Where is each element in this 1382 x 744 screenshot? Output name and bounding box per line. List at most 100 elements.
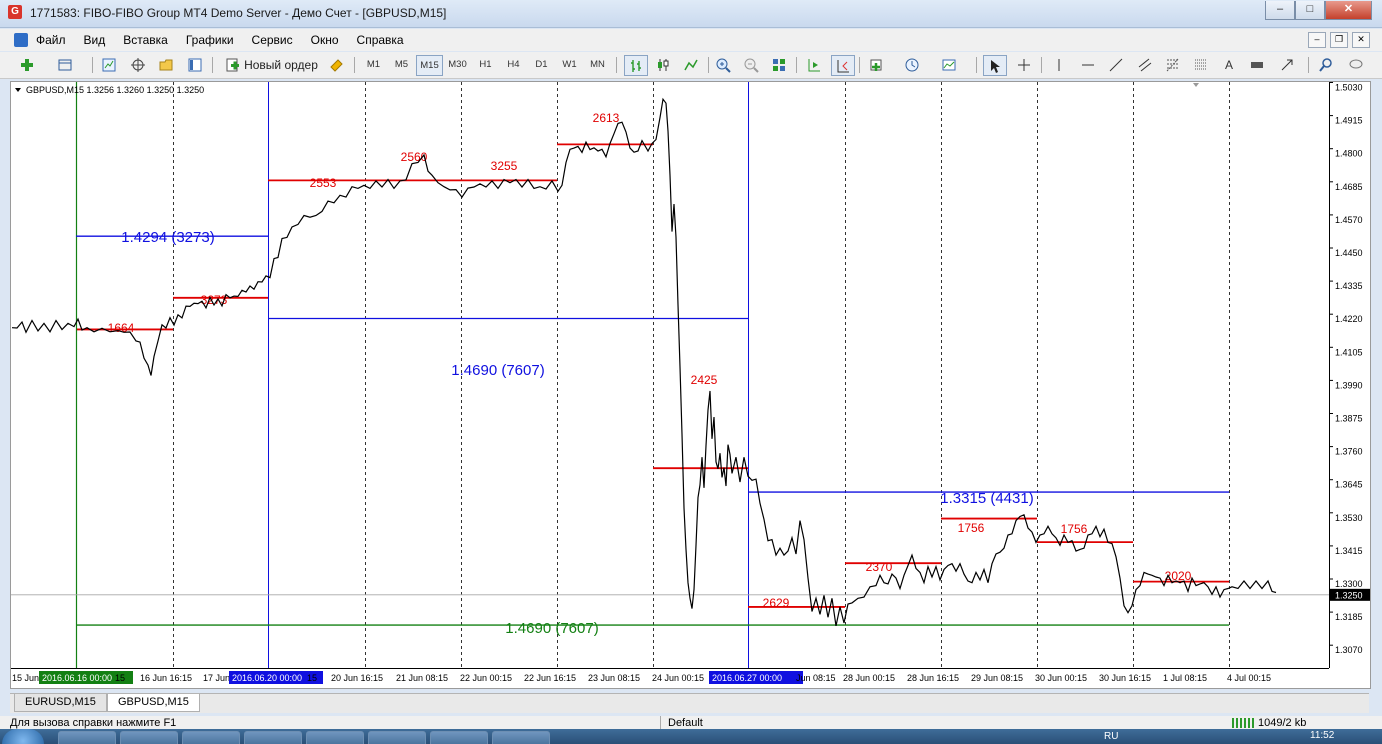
menu-help[interactable]: Справка (357, 33, 404, 47)
child-close-button[interactable]: ✕ (1352, 32, 1370, 48)
zoom-out-icon[interactable] (740, 55, 762, 74)
time-tick-label: 17 Jun (203, 673, 230, 683)
timeframe-h1[interactable]: H1 (473, 55, 498, 74)
trendline-icon[interactable] (1105, 55, 1127, 74)
candlestick-icon[interactable] (652, 55, 674, 74)
text-tool-icon[interactable]: A (1218, 55, 1240, 74)
arrows-icon[interactable] (1276, 55, 1298, 74)
restore-button[interactable]: □ (1295, 1, 1325, 20)
timeframe-m15[interactable]: M15 (416, 55, 443, 76)
autoscroll-icon[interactable] (831, 55, 855, 76)
chat-icon[interactable] (1345, 55, 1367, 74)
fibonacci-fan-icon[interactable] (1190, 55, 1212, 74)
start-button[interactable] (2, 729, 44, 744)
crosshair-icon[interactable] (1013, 55, 1035, 74)
indicators-icon[interactable] (866, 55, 888, 74)
price-tick-label: 1.3530 (1335, 513, 1363, 523)
timeframe-d1[interactable]: D1 (529, 55, 554, 74)
timeframe-m1[interactable]: M1 (361, 55, 386, 74)
level-label-red: 1756 (958, 521, 985, 535)
price-tick-label: 1.3875 (1335, 414, 1363, 424)
text-label-icon[interactable] (1246, 55, 1268, 74)
taskbar-app-5[interactable] (306, 731, 364, 744)
taskbar-app-3[interactable] (182, 731, 240, 744)
taskbar-app-1[interactable] (58, 731, 116, 744)
taskbar-app-2[interactable] (120, 731, 178, 744)
taskbar-clock[interactable]: 11:52 (1310, 730, 1334, 741)
taskbar-app-8[interactable] (492, 731, 550, 744)
data-window-icon[interactable] (127, 55, 149, 74)
menu-file[interactable]: Файл (36, 33, 66, 47)
periods-icon[interactable] (901, 55, 923, 74)
level-label-red: 2629 (763, 596, 790, 610)
status-traffic: 1049/2 kb (1258, 717, 1307, 729)
new-chart-icon[interactable] (16, 55, 38, 74)
window-title: 1771583: FIBO-FIBO Group MT4 Demo Server… (30, 6, 447, 20)
taskbar-language[interactable]: RU (1104, 731, 1118, 742)
new-order-icon (226, 58, 240, 71)
child-minimize-button[interactable]: – (1308, 32, 1326, 48)
vertical-line-icon[interactable] (1048, 55, 1070, 74)
window-controls: – □ ✕ (1265, 1, 1372, 20)
level-label-red: 1756 (1061, 522, 1088, 536)
level-label-red: 2613 (593, 111, 620, 125)
price-chart[interactable]: 1664327325532560325526132425262923701756… (11, 82, 1370, 688)
price-tick-label: 1.5030 (1335, 83, 1363, 93)
level-label-red: 2553 (310, 176, 337, 190)
price-tick-label: 1.4685 (1335, 182, 1363, 192)
price-tick-label: 1.3990 (1335, 380, 1363, 390)
bar-chart-icon[interactable] (624, 55, 648, 76)
market-watch-icon[interactable] (98, 55, 120, 74)
autotrading-icon[interactable] (325, 55, 347, 74)
line-chart-icon[interactable] (680, 55, 702, 74)
equidistant-channel-icon[interactable] (1134, 55, 1156, 74)
time-tick-label: 22 Jun 16:15 (524, 673, 576, 683)
templates-icon[interactable] (938, 55, 960, 74)
menu-insert[interactable]: Вставка (123, 33, 168, 47)
tab-eurusd-m15[interactable]: EURUSD,M15 (14, 694, 107, 712)
time-tick-label: 1 Jul 08:15 (1163, 673, 1207, 683)
time-tick-label: 23 Jun 08:15 (588, 673, 640, 683)
tile-windows-icon[interactable] (768, 55, 790, 74)
timeframe-m5[interactable]: M5 (389, 55, 414, 74)
time-tick-label: 24 Jun 00:15 (652, 673, 704, 683)
time-tick-label: 21 Jun 08:15 (396, 673, 448, 683)
menu-charts[interactable]: Графики (186, 33, 234, 47)
navigator-icon[interactable] (155, 55, 177, 74)
tab-gbpusd-m15[interactable]: GBPUSD,M15 (107, 694, 200, 712)
time-tick-label: 16 Jun 16:15 (140, 673, 192, 683)
price-series-line (11, 97, 1277, 627)
close-button[interactable]: ✕ (1325, 1, 1372, 20)
new-order-label: Новый ордер (244, 57, 318, 72)
zoom-in-icon[interactable] (712, 55, 734, 74)
menu-window[interactable]: Окно (311, 33, 339, 47)
fibonacci-retracement-icon[interactable] (1162, 55, 1184, 74)
horizontal-line-icon[interactable] (1077, 55, 1099, 74)
level-label-red: 3255 (491, 159, 518, 173)
menu-tools[interactable]: Сервис (252, 33, 293, 47)
taskbar-app-4[interactable] (244, 731, 302, 744)
new-order-button[interactable]: Новый ордер (220, 55, 322, 74)
price-tick-label: 1.4570 (1335, 215, 1363, 225)
terminal-icon[interactable] (184, 55, 206, 74)
chart-shift-marker-icon (1193, 83, 1199, 87)
price-chart-window[interactable]: 1664 3273 2553 2560 3255 2613 2425 2629 2370 1756… (10, 81, 1371, 689)
status-profile: Default (668, 717, 703, 729)
taskbar-app-6[interactable] (368, 731, 426, 744)
child-restore-button[interactable]: ❐ (1330, 32, 1348, 48)
menu-view[interactable]: Вид (84, 33, 106, 47)
timeframe-mn[interactable]: MN (585, 55, 610, 74)
search-icon[interactable] (1315, 55, 1337, 74)
current-price-tag-label: 1.3250 (1335, 590, 1363, 600)
cursor-icon[interactable] (983, 55, 1007, 76)
toolbar: Новый ордер M1 M5 M15 M30 H1 H4 D1 W1 MN… (0, 52, 1382, 79)
timeframe-h4[interactable]: H4 (501, 55, 526, 74)
minimize-button[interactable]: – (1265, 1, 1295, 20)
timeframe-w1[interactable]: W1 (557, 55, 582, 74)
chart-shift-icon[interactable] (803, 55, 825, 74)
price-tick-label: 1.4450 (1335, 248, 1363, 258)
profiles-icon[interactable] (54, 55, 76, 74)
timeframe-m30[interactable]: M30 (445, 55, 470, 74)
taskbar-app-7[interactable] (430, 731, 488, 744)
chart-header: GBPUSD,M15 1.3256 1.3260 1.3250 1.3250 (26, 85, 204, 95)
